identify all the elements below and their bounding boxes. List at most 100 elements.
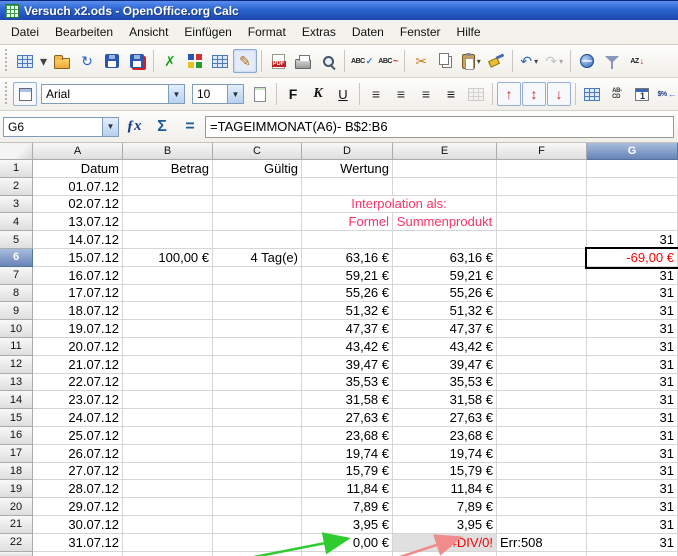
cell-G23[interactable] (587, 552, 678, 556)
row-header-4[interactable]: 4 (0, 213, 33, 231)
name-box[interactable]: ▼ (3, 117, 119, 137)
function-button[interactable]: = (177, 115, 203, 139)
toolbar-grip[interactable] (3, 49, 9, 73)
cell-B23[interactable] (123, 552, 213, 556)
cell-C14[interactable] (213, 391, 302, 409)
cell-E10[interactable]: 47,37 € (393, 320, 497, 338)
calc-x-icon[interactable]: ✗ (158, 49, 182, 73)
cell-B11[interactable] (123, 338, 213, 356)
cell-A18[interactable]: 27.07.12 (33, 463, 123, 481)
cell-C15[interactable] (213, 409, 302, 427)
cell-C20[interactable] (213, 498, 302, 516)
cell-G17[interactable]: 31 (587, 445, 678, 463)
cell-E11[interactable]: 43,42 € (393, 338, 497, 356)
number-format-currency-icon[interactable]: $%← (655, 82, 678, 106)
cell-C2[interactable] (213, 178, 302, 196)
cell-A4[interactable]: 13.07.12 (33, 213, 123, 231)
cell-A21[interactable]: 30.07.12 (33, 516, 123, 534)
insert-table-icon[interactable] (208, 49, 232, 73)
font-name-combo[interactable]: ▼ (41, 84, 185, 104)
open-folder-icon[interactable] (50, 49, 74, 73)
cell-D20[interactable]: 7,89 € (302, 498, 393, 516)
cell-F19[interactable] (497, 480, 587, 498)
cell-B10[interactable] (123, 320, 213, 338)
cell-F23[interactable] (497, 552, 587, 556)
cell-D11[interactable]: 43,42 € (302, 338, 393, 356)
cell-B6[interactable]: 100,00 € (123, 249, 213, 267)
font-size-input[interactable] (192, 84, 228, 104)
cell-F15[interactable] (497, 409, 587, 427)
cell-G22[interactable]: 31 (587, 534, 678, 552)
reload-icon[interactable]: ↻ (75, 49, 99, 73)
gallery-squares-icon[interactable] (183, 49, 207, 73)
cell-C4[interactable] (213, 213, 302, 231)
row-header-23[interactable] (0, 552, 33, 556)
cell-G1[interactable] (587, 160, 678, 178)
row-header-16[interactable]: 16 (0, 427, 33, 445)
cell-B3[interactable] (123, 196, 213, 214)
cell-D7[interactable]: 59,21 € (302, 267, 393, 285)
column-header-D[interactable]: D (302, 143, 393, 160)
menu-format[interactable]: Format (240, 22, 294, 42)
spellcheck-icon[interactable]: ABC✓ (349, 49, 375, 73)
menu-fenster[interactable]: Fenster (392, 22, 449, 42)
column-header-A[interactable]: A (33, 143, 123, 160)
cell-B9[interactable] (123, 302, 213, 320)
cell-B17[interactable] (123, 445, 213, 463)
row-header-17[interactable]: 17 (0, 445, 33, 463)
new-dropdown-icon[interactable]: ▾ (38, 49, 49, 73)
styles-and-formatting-icon[interactable] (13, 82, 37, 106)
row-header-20[interactable]: 20 (0, 498, 33, 516)
cell-F22[interactable]: Err:508 (497, 534, 587, 552)
cell-D8[interactable]: 55,26 € (302, 285, 393, 303)
cell-F10[interactable] (497, 320, 587, 338)
row-header-21[interactable]: 21 (0, 516, 33, 534)
sum-button[interactable]: Σ (149, 115, 175, 139)
cell-G2[interactable] (587, 178, 678, 196)
cell-D9[interactable]: 51,32 € (302, 302, 393, 320)
cell-B20[interactable] (123, 498, 213, 516)
cell-E6[interactable]: 63,16 € (393, 249, 497, 267)
save-icon[interactable] (100, 49, 124, 73)
cell-D6[interactable]: 63,16 € (302, 249, 393, 267)
cell-E16[interactable]: 23,68 € (393, 427, 497, 445)
column-header-C[interactable]: C (213, 143, 302, 160)
cell-C8[interactable] (213, 285, 302, 303)
paste-icon[interactable]: ▾ (459, 49, 483, 73)
menu-datei[interactable]: Datei (3, 22, 47, 42)
cell-F3[interactable] (497, 196, 587, 214)
function-wizard-button[interactable]: ƒx (121, 115, 147, 139)
cell-B13[interactable] (123, 374, 213, 392)
cell-A19[interactable]: 28.07.12 (33, 480, 123, 498)
cell-B4[interactable] (123, 213, 213, 231)
row-header-18[interactable]: 18 (0, 463, 33, 481)
cell-G14[interactable]: 31 (587, 391, 678, 409)
cell-C13[interactable] (213, 374, 302, 392)
undo-icon-dropdown[interactable]: ▾ (534, 57, 538, 66)
row-header-2[interactable]: 2 (0, 178, 33, 196)
select-all-corner[interactable] (0, 143, 33, 160)
cell-A7[interactable]: 16.07.12 (33, 267, 123, 285)
cell-B1[interactable]: Betrag (123, 160, 213, 178)
cell-B7[interactable] (123, 267, 213, 285)
cell-D13[interactable]: 35,53 € (302, 374, 393, 392)
row-header-1[interactable]: 1 (0, 160, 33, 178)
row-header-12[interactable]: 12 (0, 356, 33, 374)
cell-F17[interactable] (497, 445, 587, 463)
column-header-B[interactable]: B (123, 143, 213, 160)
row-header-7[interactable]: 7 (0, 267, 33, 285)
font-size-combo[interactable]: ▼ (192, 84, 244, 104)
cell-G3[interactable] (587, 196, 678, 214)
menu-hilfe[interactable]: Hilfe (449, 22, 489, 42)
paste-icon-dropdown[interactable]: ▾ (477, 57, 481, 66)
cell-B8[interactable] (123, 285, 213, 303)
toolbar-grip[interactable] (3, 82, 9, 106)
cell-G12[interactable]: 31 (587, 356, 678, 374)
align-center-icon[interactable]: ≡ (389, 82, 413, 106)
cell-E21[interactable]: 3,95 € (393, 516, 497, 534)
name-box-dropdown-icon[interactable]: ▼ (103, 117, 119, 137)
cell-E12[interactable]: 39,47 € (393, 356, 497, 374)
column-header-E[interactable]: E (393, 143, 497, 160)
cell-F2[interactable] (497, 178, 587, 196)
cell-D19[interactable]: 11,84 € (302, 480, 393, 498)
